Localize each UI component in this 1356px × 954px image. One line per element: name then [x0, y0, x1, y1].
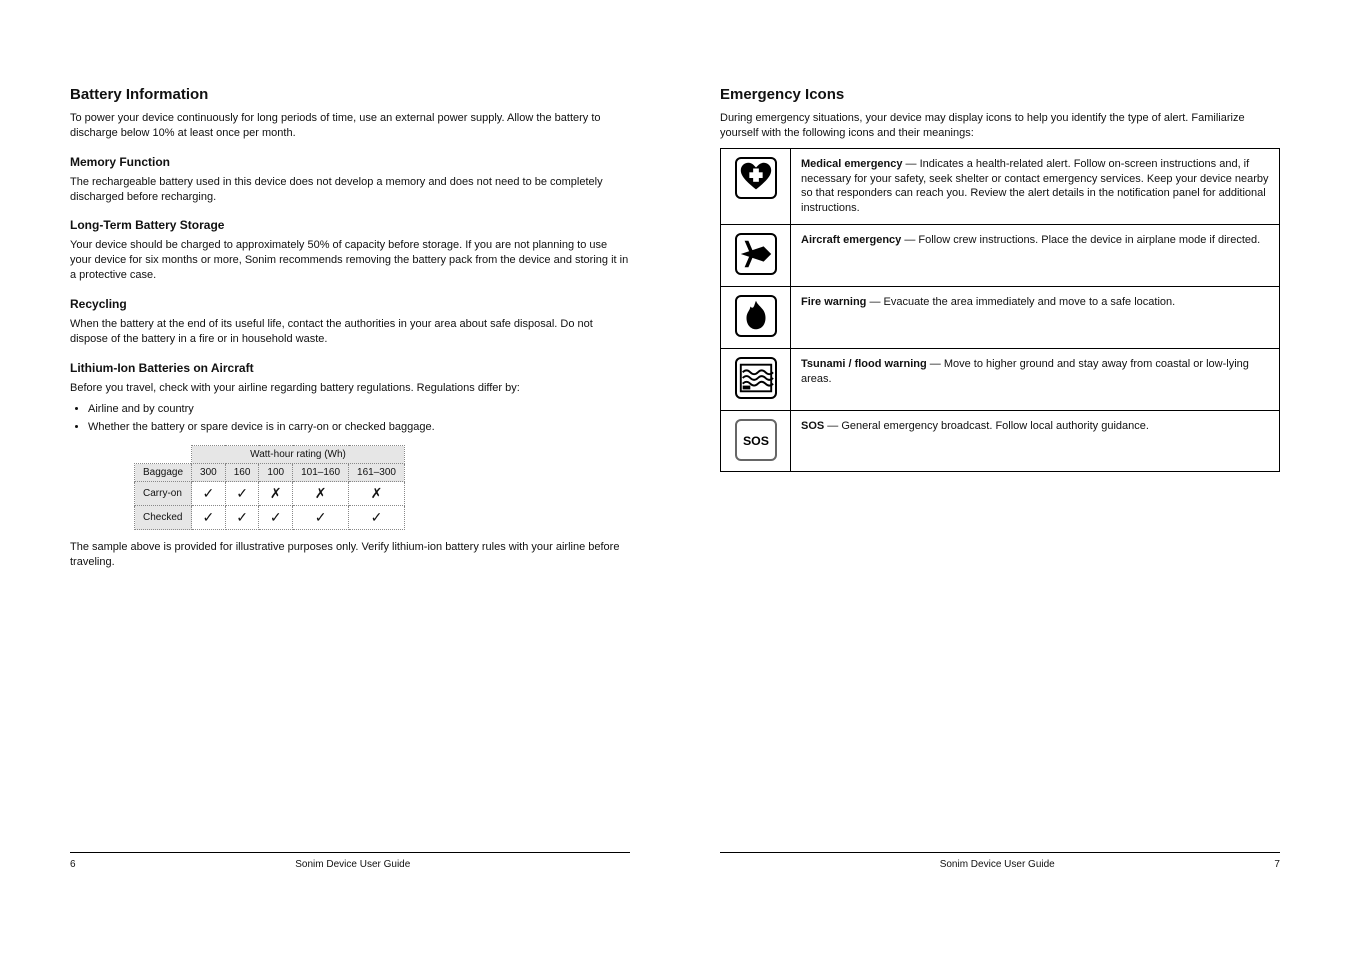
row-title: Fire warning: [801, 296, 866, 308]
right-column: Emergency Icons During emergency situati…: [720, 60, 1280, 472]
emergency-row-flood: Tsunami / flood warning — Move to higher…: [721, 348, 1280, 410]
left-column: Battery Information To power your device…: [70, 60, 630, 577]
cell: ✗: [349, 482, 405, 506]
row-body: General emergency broadcast. Follow loca…: [841, 420, 1149, 432]
table-corner: [135, 446, 192, 464]
row-body: Evacuate the area immediately and move t…: [884, 296, 1176, 308]
page-number-right: 7: [1274, 859, 1280, 870]
cell: ✓: [192, 482, 226, 506]
memory-heading: Memory Function: [70, 155, 630, 169]
row-title: SOS: [801, 420, 824, 432]
row-title: Medical emergency: [801, 158, 903, 170]
emergency-row-aircraft: Aircraft emergency — Follow crew instruc…: [721, 225, 1280, 287]
col-2: 100: [259, 464, 293, 482]
cell: ✓: [259, 506, 293, 530]
table-row: Checked ✓ ✓ ✓ ✓ ✓: [135, 506, 405, 530]
svg-text:SOS: SOS: [742, 433, 768, 447]
emergency-row-sos: SOS SOS — General emergency broadcast. F…: [721, 410, 1280, 472]
bullet-1: Whether the battery or spare device is i…: [88, 420, 630, 435]
col-1: 160: [225, 464, 259, 482]
footer-title-left: Sonim Device User Guide: [295, 859, 410, 870]
airplane-icon: [735, 233, 777, 275]
row-title: Tsunami / flood warning: [801, 358, 927, 370]
cell: ✓: [225, 482, 259, 506]
row-title: Aircraft emergency: [801, 234, 901, 246]
page-number-left: 6: [70, 859, 76, 870]
heart-plus-icon: [735, 157, 777, 199]
waves-icon: [735, 357, 777, 399]
aircraft-heading: Lithium-Ion Batteries on Aircraft: [70, 361, 630, 375]
storage-heading: Long-Term Battery Storage: [70, 218, 630, 232]
bullet-0: Airline and by country: [88, 402, 630, 417]
battery-heading: Battery Information: [70, 86, 630, 103]
battery-table: Watt-hour rating (Wh) Baggage 300 160 10…: [134, 445, 405, 530]
aircraft-p: Before you travel, check with your airli…: [70, 381, 630, 396]
emergency-heading: Emergency Icons: [720, 86, 1280, 103]
recycle-p: When the battery at the end of its usefu…: [70, 317, 630, 347]
cell: ✓: [225, 506, 259, 530]
baggage-header: Baggage: [135, 464, 192, 482]
table-top-header: Watt-hour rating (Wh): [192, 446, 405, 464]
battery-intro: To power your device continuously for lo…: [70, 111, 630, 141]
col-0: 300: [192, 464, 226, 482]
storage-p: Your device should be charged to approxi…: [70, 238, 630, 283]
emergency-row-fire: Fire warning — Evacuate the area immedia…: [721, 286, 1280, 348]
row-body: Follow crew instructions. Place the devi…: [918, 234, 1260, 246]
emergency-intro: During emergency situations, your device…: [720, 111, 1280, 141]
fire-icon: [735, 295, 777, 337]
cell: ✓: [349, 506, 405, 530]
cell: ✗: [259, 482, 293, 506]
table-note: The sample above is provided for illustr…: [70, 540, 630, 570]
memory-p: The rechargeable battery used in this de…: [70, 175, 630, 205]
col-3: 101–160: [293, 464, 349, 482]
table-row: Carry-on ✓ ✓ ✗ ✗ ✗: [135, 482, 405, 506]
carry-label: Carry-on: [135, 482, 192, 506]
footer: 6 Sonim Device User Guide Sonim Device U…: [0, 852, 1356, 870]
checked-label: Checked: [135, 506, 192, 530]
recycle-heading: Recycling: [70, 297, 630, 311]
col-4: 161–300: [349, 464, 405, 482]
aircraft-list: Airline and by country Whether the batte…: [88, 402, 630, 435]
footer-title-right: Sonim Device User Guide: [940, 859, 1055, 870]
sos-icon: SOS: [735, 419, 777, 461]
cell: ✗: [293, 482, 349, 506]
emergency-table: Medical emergency — Indicates a health-r…: [720, 148, 1280, 473]
emergency-row-medical: Medical emergency — Indicates a health-r…: [721, 148, 1280, 224]
cell: ✓: [293, 506, 349, 530]
cell: ✓: [192, 506, 226, 530]
